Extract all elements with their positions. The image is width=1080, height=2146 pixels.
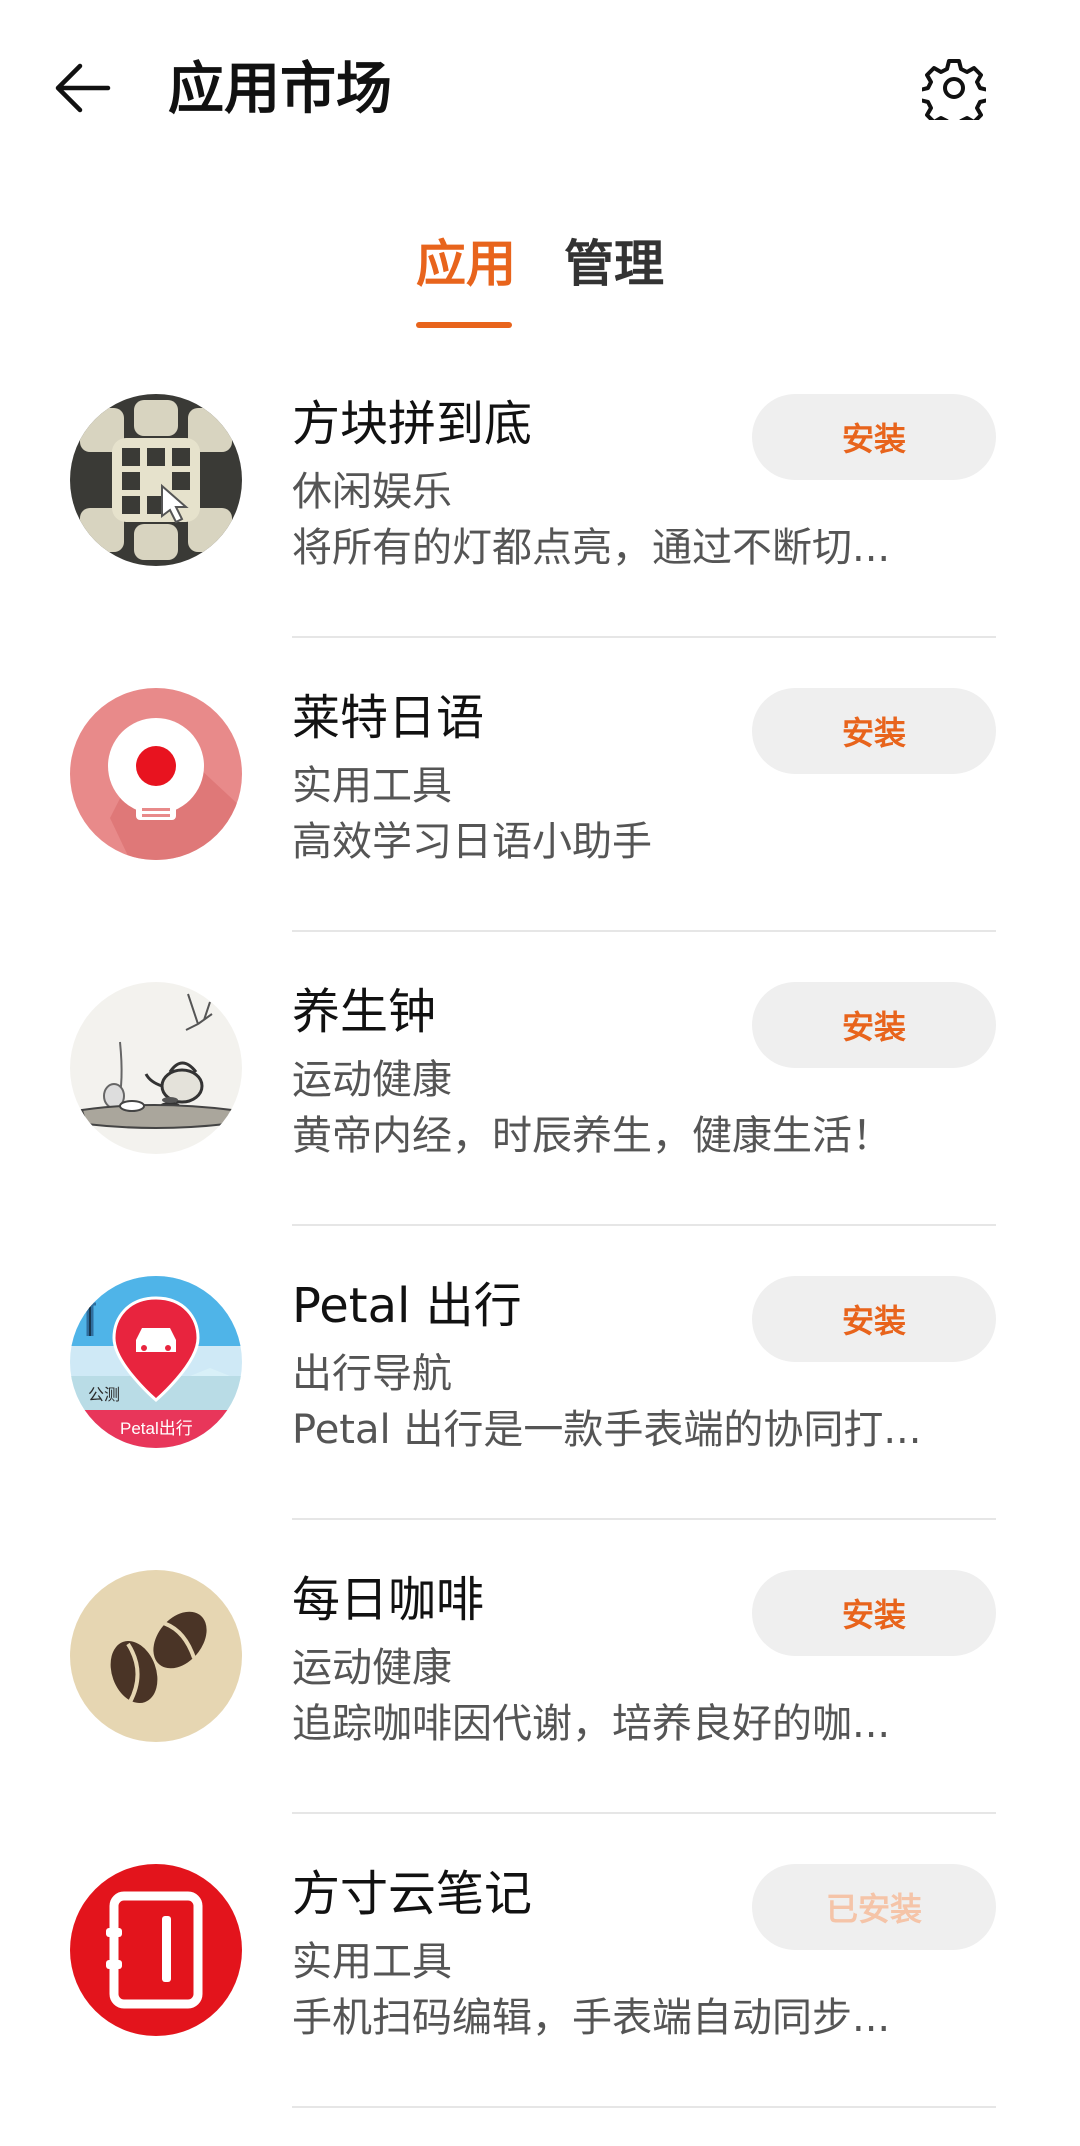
divider	[292, 2106, 996, 2108]
lightbulb-icon	[70, 688, 242, 860]
list-item[interactable]: 养生钟 运动健康 黄帝内经，时辰养生，健康生活！ 安装	[0, 968, 1080, 1264]
list-item[interactable]: 公测 Petal出行 Petal 出行 出行导航 Petal 出行是一款手表端的…	[0, 1262, 1080, 1558]
tab-apps[interactable]: 应用	[416, 226, 516, 302]
app-description: 追踪咖啡因代谢，培养良好的咖...	[292, 1701, 891, 1747]
app-description: 高效学习日语小助手	[292, 819, 652, 865]
app-category: 实用工具	[292, 1939, 452, 1985]
app-category: 出行导航	[292, 1351, 452, 1397]
active-tab-indicator	[416, 322, 512, 328]
app-name: 莱特日语	[292, 690, 485, 746]
tab-manage[interactable]: 管理	[564, 226, 664, 302]
tab-bar: 应用 管理	[0, 226, 1080, 336]
app-name: 方块拼到底	[292, 396, 533, 452]
coffee-beans-icon	[70, 1570, 242, 1742]
header-bar: 应用市场	[0, 0, 1080, 180]
installed-button[interactable]: 已安装	[752, 1864, 996, 1950]
list-item[interactable]: 莱特日语 实用工具 高效学习日语小助手 安装	[0, 674, 1080, 970]
install-button[interactable]: 安装	[752, 394, 996, 480]
divider	[292, 1224, 996, 1226]
back-button[interactable]	[46, 52, 118, 124]
app-description: 将所有的灯都点亮，通过不断切...	[292, 525, 891, 571]
car-location-pin-icon: 公测 Petal出行	[70, 1276, 242, 1448]
gear-icon	[922, 59, 986, 120]
install-button[interactable]: 安装	[752, 982, 996, 1068]
app-description: 黄帝内经，时辰养生，健康生活！	[292, 1113, 892, 1159]
app-description: Petal 出行是一款手表端的协同打...	[292, 1407, 922, 1453]
app-name: Petal 出行	[292, 1278, 522, 1334]
app-icon-caption: Petal出行	[120, 1419, 193, 1438]
app-description: 手机扫码编辑，手表端自动同步...	[292, 1995, 891, 2041]
teapot-ink-icon	[70, 982, 242, 1154]
install-button[interactable]: 安装	[752, 688, 996, 774]
app-category: 实用工具	[292, 763, 452, 809]
app-name: 方寸云笔记	[292, 1866, 533, 1922]
app-icon-badge: 公测	[88, 1386, 120, 1404]
app-name: 每日咖啡	[292, 1572, 485, 1628]
page-title: 应用市场	[168, 57, 392, 122]
app-category: 休闲娱乐	[292, 469, 452, 515]
app-category: 运动健康	[292, 1645, 452, 1691]
notebook-icon	[70, 1864, 242, 2036]
list-item[interactable]: 方块拼到底 休闲娱乐 将所有的灯都点亮，通过不断切... 安装	[0, 380, 1080, 676]
install-button[interactable]: 安装	[752, 1570, 996, 1656]
arrow-left-icon	[55, 63, 111, 113]
list-item[interactable]: 每日咖啡 运动健康 追踪咖啡因代谢，培养良好的咖... 安装	[0, 1556, 1080, 1852]
app-category: 运动健康	[292, 1057, 452, 1103]
divider	[292, 930, 996, 932]
puzzle-blocks-icon	[70, 394, 242, 566]
divider	[292, 1518, 996, 1520]
settings-button[interactable]	[918, 52, 990, 124]
divider	[292, 636, 996, 638]
install-button[interactable]: 安装	[752, 1276, 996, 1362]
list-item[interactable]: 方寸云笔记 实用工具 手机扫码编辑，手表端自动同步... 已安装	[0, 1850, 1080, 2146]
app-name: 养生钟	[292, 984, 437, 1040]
divider	[292, 1812, 996, 1814]
